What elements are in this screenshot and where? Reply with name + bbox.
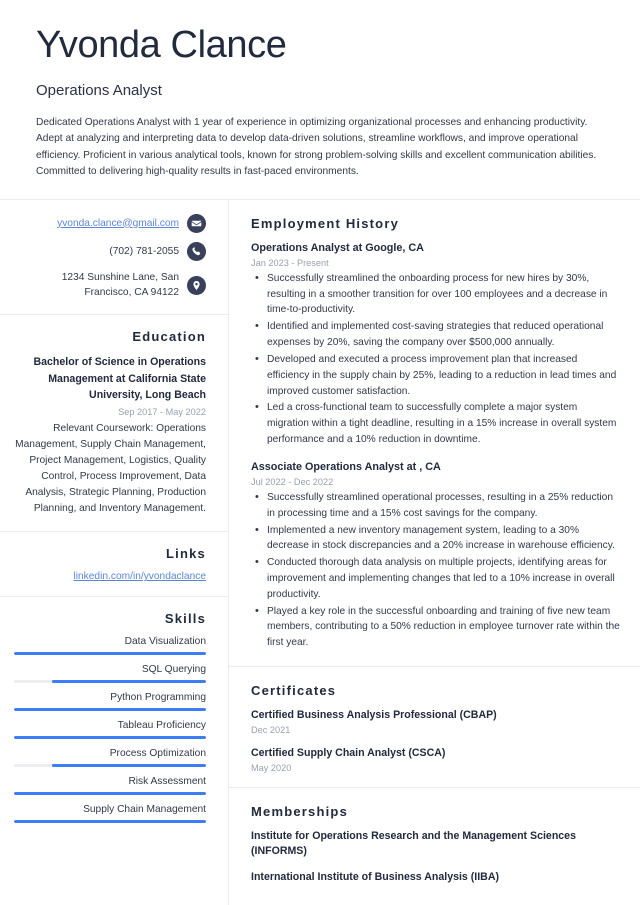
bullet-item: Successfully streamlined operational pro…	[251, 489, 620, 522]
links-heading: Links	[166, 546, 206, 562]
employment-bullets: Successfully streamlined operational pro…	[251, 489, 620, 651]
skill-level-fill	[14, 652, 206, 656]
employment-entry: Associate Operations Analyst at , CA Jul…	[251, 460, 620, 651]
certificate-name: Certified Supply Chain Analyst (CSCA)	[251, 746, 446, 759]
contact-block: yvonda.clance@gmail.com (702) 781-2055 1…	[0, 200, 228, 315]
education-degree: Bachelor of Science in Operations Manage…	[33, 356, 207, 402]
skill-level-fill	[52, 680, 206, 684]
resume-body: yvonda.clance@gmail.com (702) 781-2055 1…	[0, 198, 640, 905]
skill-item: Risk Assessment	[14, 776, 206, 796]
skill-level-bar	[14, 680, 206, 684]
skill-item: SQL Querying	[14, 664, 206, 684]
employment-date: Jul 2022 - Dec 2022	[251, 476, 334, 487]
skill-level-fill	[52, 764, 206, 768]
email-text[interactable]: yvonda.clance@gmail.com	[57, 216, 179, 231]
employment-bullets: Successfully streamlined the onboarding …	[251, 270, 620, 448]
link-item-linkedin[interactable]: linkedin.com/in/yvondaclance	[14, 571, 206, 582]
employment-heading: Employment History	[251, 215, 400, 231]
certificates-block: Certificates Certified Business Analysis…	[229, 666, 640, 787]
bullet-item: Implemented a new inventory management s…	[251, 522, 620, 555]
skill-item: Tableau Proficiency	[14, 720, 206, 740]
skill-item: Python Programming	[14, 692, 206, 712]
skill-level-fill	[14, 792, 206, 796]
employment-entry: Operations Analyst at Google, CA Jan 202…	[251, 241, 620, 448]
bullet-item: Conducted thorough data analysis on mult…	[251, 554, 620, 602]
bullet-item: Identified and implemented cost-saving s…	[251, 318, 620, 351]
skill-level-bar	[14, 736, 206, 740]
skill-level-fill	[14, 820, 206, 824]
skills-block: Skills Data Visualization SQL Querying P…	[0, 596, 228, 839]
education-date: Sep 2017 - May 2022	[118, 406, 206, 417]
contact-phone-row[interactable]: (702) 781-2055	[14, 241, 206, 261]
skill-level-fill	[14, 736, 206, 740]
phone-icon	[187, 241, 206, 261]
skill-label: Data Visualization	[124, 636, 206, 648]
skill-item: Process Optimization	[14, 748, 206, 768]
certificate-date: Dec 2021	[251, 724, 291, 735]
bullet-item: Developed and executed a process improve…	[251, 351, 620, 399]
skills-heading: Skills	[164, 611, 206, 627]
certificate-name: Certified Business Analysis Professional…	[251, 709, 497, 722]
skill-level-bar	[14, 764, 206, 768]
contact-email-row[interactable]: yvonda.clance@gmail.com	[14, 213, 206, 233]
certificates-heading: Certificates	[251, 683, 337, 699]
job-title: Operations Analyst	[36, 81, 162, 99]
employment-title: Operations Analyst at Google, CA	[251, 241, 424, 254]
membership-item: International Institute of Business Anal…	[251, 871, 500, 884]
phone-text: (702) 781-2055	[109, 245, 179, 257]
skill-label: Risk Assessment	[128, 776, 206, 788]
bullet-item: Led a cross-functional team to successfu…	[251, 399, 620, 447]
skill-label: Tableau Proficiency	[117, 720, 206, 732]
skill-level-bar	[14, 652, 206, 656]
skill-level-bar	[14, 820, 206, 824]
skill-label: Python Programming	[110, 692, 206, 704]
main-column: Employment History Operations Analyst at…	[229, 200, 640, 905]
education-block: Education Bachelor of Science in Operati…	[0, 314, 228, 531]
contact-address-row: 1234 Sunshine Lane, San Francisco, CA 94…	[14, 270, 206, 301]
skill-level-fill	[14, 708, 206, 712]
certificate-item: Certified Business Analysis Professional…	[251, 708, 620, 735]
sidebar-column: yvonda.clance@gmail.com (702) 781-2055 1…	[0, 199, 229, 905]
address-text: 1234 Sunshine Lane, San Francisco, CA 94…	[61, 271, 179, 299]
links-block: Links linkedin.com/in/yvondaclance	[0, 531, 228, 596]
employment-date: Jan 2023 - Present	[251, 257, 329, 268]
bullet-item: Successfully streamlined the onboarding …	[251, 270, 620, 318]
resume-header: Yvonda Clance Operations Analyst Dedicat…	[0, 0, 640, 199]
membership-item: Institute for Operations Research and th…	[251, 829, 576, 858]
certificate-item: Certified Supply Chain Analyst (CSCA) Ma…	[251, 746, 620, 773]
memberships-block: Memberships Institute for Operations Res…	[229, 786, 640, 900]
skill-level-bar	[14, 708, 206, 712]
resume-document: Yvonda Clance Operations Analyst Dedicat…	[0, 0, 640, 905]
employment-block: Employment History Operations Analyst at…	[229, 200, 640, 666]
professional-summary: Dedicated Operations Analyst with 1 year…	[36, 116, 597, 178]
skill-label: Supply Chain Management	[83, 804, 206, 816]
skill-level-bar	[14, 792, 206, 796]
envelope-icon	[187, 213, 206, 233]
education-heading: Education	[132, 329, 206, 345]
skill-item: Supply Chain Management	[14, 804, 206, 824]
skill-label: Process Optimization	[109, 748, 206, 760]
page-title: Yvonda Clance	[36, 24, 287, 66]
employment-title: Associate Operations Analyst at , CA	[251, 460, 441, 473]
bullet-item: Played a key role in the successful onbo…	[251, 603, 620, 651]
skill-label: SQL Querying	[141, 664, 206, 676]
location-pin-icon	[187, 275, 206, 295]
certificate-date: May 2020	[251, 762, 292, 773]
memberships-heading: Memberships	[251, 803, 349, 819]
skill-item: Data Visualization	[14, 636, 206, 656]
education-description: Relevant Coursework: Operations Manageme…	[15, 422, 206, 515]
